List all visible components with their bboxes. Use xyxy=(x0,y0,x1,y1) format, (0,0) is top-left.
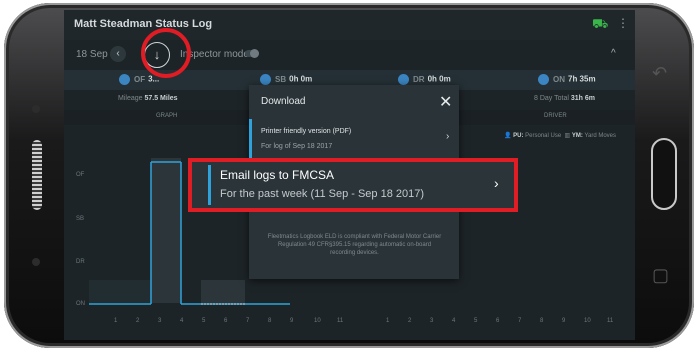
status-sleeper: SB 0h 0m xyxy=(260,74,312,85)
graph-shade xyxy=(151,158,181,303)
status-off-duty: OF 3... xyxy=(119,74,159,85)
x-label: 1 xyxy=(386,318,390,324)
home-button[interactable] xyxy=(651,138,677,210)
x-label: 3 xyxy=(158,318,162,324)
x-label: 9 xyxy=(290,318,294,324)
more-options-icon[interactable]: ⋮ xyxy=(617,16,629,30)
inspector-mode-toggle[interactable] xyxy=(245,49,259,58)
compliance-note: Fleetmatics Logbook ELD is compliant wit… xyxy=(267,234,442,256)
y-label-on: ON xyxy=(76,301,85,307)
x-label: 5 xyxy=(474,318,478,324)
status-dot-icon xyxy=(119,74,130,85)
x-label: 6 xyxy=(224,318,228,324)
recent-apps-icon[interactable]: ▢ xyxy=(652,265,669,286)
email-option-title: Email logs to FMCSA xyxy=(220,168,335,182)
close-icon[interactable]: ✕ xyxy=(439,92,452,112)
option-accent-bar xyxy=(208,165,211,205)
chevron-right-icon: › xyxy=(494,175,499,191)
x-label: 8 xyxy=(540,318,544,324)
previous-day-button[interactable]: ‹ xyxy=(110,46,126,62)
x-label: 7 xyxy=(518,318,522,324)
x-label: 9 xyxy=(562,318,566,324)
x-label: 10 xyxy=(314,318,321,324)
status-dot-icon xyxy=(538,74,549,85)
email-logs-option[interactable]: Email logs to FMCSA For the past week (1… xyxy=(188,158,518,212)
back-icon[interactable]: ↶ xyxy=(652,63,667,84)
status-on-duty: ON 7h 35m xyxy=(538,74,596,85)
status-driving: DR 0h 0m xyxy=(398,74,451,85)
x-label: 11 xyxy=(337,318,344,324)
pdf-download-option[interactable]: Printer friendly version (PDF) For log o… xyxy=(249,119,459,159)
x-label: 4 xyxy=(180,318,184,324)
x-label: 4 xyxy=(452,318,456,324)
page-title: Matt Steadman Status Log xyxy=(74,18,213,30)
x-label: 11 xyxy=(607,318,614,324)
option-subtitle: For log of Sep 18 2017 xyxy=(261,143,333,150)
email-option-subtitle: For the past week (11 Sep - Sep 18 2017) xyxy=(220,188,425,200)
x-label: 8 xyxy=(268,318,272,324)
x-label: 7 xyxy=(246,318,250,324)
phone-speaker xyxy=(32,140,42,210)
x-label: 2 xyxy=(136,318,140,324)
x-label: 3 xyxy=(430,318,434,324)
highlight-circle xyxy=(141,28,191,78)
graph-shade xyxy=(201,280,245,303)
chevron-right-icon: › xyxy=(446,131,450,142)
sensor-icon xyxy=(32,105,40,113)
option-title: Printer friendly version (PDF) xyxy=(261,128,352,135)
eight-day-total: 8 Day Total 31h 6m xyxy=(534,95,595,102)
x-label: 5 xyxy=(202,318,206,324)
collapse-icon[interactable]: ^ xyxy=(611,48,616,59)
sensor-icon xyxy=(32,258,40,266)
y-label-dr: DR xyxy=(76,259,85,265)
y-label-sb: SB xyxy=(76,216,85,222)
graph-shade xyxy=(89,280,151,303)
x-label: 10 xyxy=(584,318,591,324)
y-label-off: OF xyxy=(76,172,85,178)
person-icon: 👤 xyxy=(504,133,512,139)
yard-icon: ▥ xyxy=(564,133,571,139)
x-label: 1 xyxy=(114,318,118,324)
status-dot-icon xyxy=(398,74,409,85)
status-dot-icon xyxy=(260,74,271,85)
tab-graph[interactable]: GRAPH xyxy=(156,113,177,119)
log-date: 18 Sep xyxy=(76,49,108,60)
dialog-header: Download ✕ xyxy=(249,85,459,119)
x-label: 2 xyxy=(408,318,412,324)
mileage: Mileage 57.5 Miles xyxy=(118,95,178,102)
graph-legend: 👤 PU: Personal Use ▥ YM: Yard Moves xyxy=(504,133,617,139)
truck-icon[interactable]: ⛟ xyxy=(592,16,608,34)
dialog-title: Download xyxy=(261,96,306,107)
x-label: 6 xyxy=(496,318,500,324)
tab-driver[interactable]: DRIVER xyxy=(544,113,567,119)
